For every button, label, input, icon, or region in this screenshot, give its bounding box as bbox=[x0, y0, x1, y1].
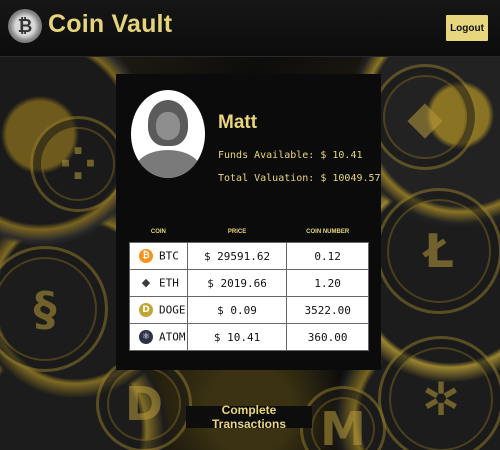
coin-cell: ⚛ ATOM bbox=[129, 323, 188, 351]
coin-cell: ◆ ETH bbox=[129, 269, 188, 297]
account-card: Matt Funds Available: $ 10.41 Total Valu… bbox=[116, 74, 381, 370]
dots-coin-decoration: ⁘ bbox=[30, 116, 126, 212]
price-cell: $ 2019.66 bbox=[186, 269, 288, 297]
funds-available: Funds Available: $ 10.41 bbox=[218, 150, 363, 161]
table-row: ₿ BTC $ 29591.62 0.12 bbox=[129, 242, 369, 270]
column-header-coin-number: COIN NUMBER bbox=[286, 222, 369, 243]
avatar bbox=[131, 90, 205, 178]
table-header-row: COIN PRICE COIN NUMBER bbox=[129, 222, 369, 243]
table-row: D DOGE $ 0.09 3522.00 bbox=[129, 296, 369, 324]
coin-symbol: ATOM bbox=[159, 330, 186, 344]
coin-cell: ₿ BTC bbox=[129, 242, 188, 270]
coin-number-cell: 1.20 bbox=[286, 269, 369, 297]
user-name: Matt bbox=[218, 112, 258, 133]
price-cell: $ 29591.62 bbox=[186, 242, 288, 270]
dogecoin-icon: D bbox=[139, 303, 153, 317]
table-row: ⚛ ATOM $ 10.41 360.00 bbox=[129, 323, 369, 351]
ethereum-coin-decoration: ◆ bbox=[372, 64, 478, 170]
coin-number-cell: 360.00 bbox=[286, 323, 369, 351]
top-bar: ₿ Coin Vault Logout bbox=[0, 0, 500, 57]
column-header-price: PRICE bbox=[187, 222, 287, 243]
app-title: Coin Vault bbox=[48, 10, 173, 38]
price-cell: $ 10.41 bbox=[186, 323, 288, 351]
cardano-coin-decoration: ✲ bbox=[378, 336, 500, 450]
total-valuation: Total Valuation: $ 10049.57 bbox=[218, 173, 381, 184]
dash-coin-decoration: D bbox=[96, 356, 192, 450]
steem-coin-decoration: § bbox=[0, 246, 108, 372]
avatar-face bbox=[156, 112, 180, 140]
holdings-table: COIN PRICE COIN NUMBER ₿ BTC $ 29591.62 0… bbox=[129, 222, 369, 351]
avatar-body bbox=[135, 150, 201, 178]
litecoin-coin-decoration: Ł bbox=[376, 188, 500, 314]
column-header-coin: COIN bbox=[129, 222, 188, 243]
ethereum-icon: ◆ bbox=[139, 276, 153, 290]
table-row: ◆ ETH $ 2019.66 1.20 bbox=[129, 269, 369, 297]
cosmos-icon: ⚛ bbox=[139, 330, 153, 344]
coin-symbol: BTC bbox=[159, 249, 179, 263]
coin-cell: D DOGE bbox=[129, 296, 188, 324]
bitcoin-icon: ₿ bbox=[139, 249, 153, 263]
coin-number-cell: 3522.00 bbox=[286, 296, 369, 324]
logout-button[interactable]: Logout bbox=[446, 15, 488, 41]
coin-vault-logo-icon: ₿ bbox=[8, 9, 42, 43]
price-cell: $ 0.09 bbox=[186, 296, 288, 324]
coin-symbol: ETH bbox=[159, 276, 179, 290]
complete-transactions-button[interactable]: Complete Transactions bbox=[186, 403, 312, 431]
coin-number-cell: 0.12 bbox=[286, 242, 369, 270]
monero-coin-decoration: M bbox=[300, 386, 386, 450]
coin-symbol: DOGE bbox=[159, 303, 186, 317]
